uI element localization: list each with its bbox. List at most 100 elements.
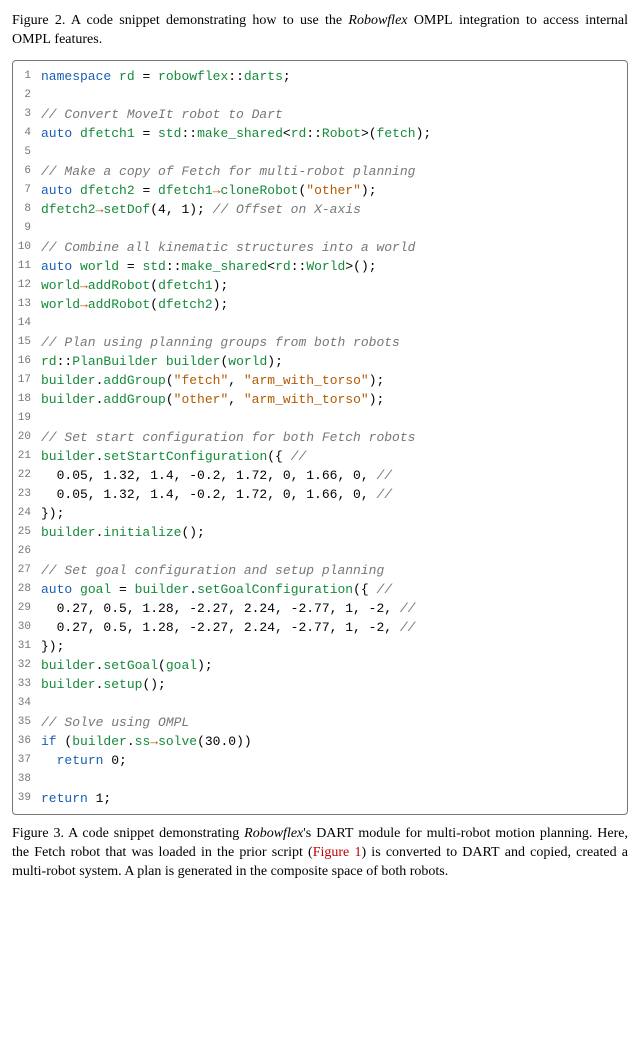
code-line: 7auto dfetch2 = dfetch1→cloneRobot("othe…	[17, 181, 621, 200]
ompl-term: OMPL	[12, 32, 51, 47]
code-content: auto dfetch2 = dfetch1→cloneRobot("other…	[41, 181, 621, 200]
line-number: 30	[17, 618, 41, 637]
code-content: namespace rd = robowflex::darts;	[41, 67, 621, 86]
line-number: 22	[17, 466, 41, 485]
code-content: 0.05, 1.32, 1.4, -0.2, 1.72, 0, 1.66, 0,…	[41, 485, 621, 504]
dart-term: DART	[316, 826, 353, 841]
figure-3-caption: Figure 3. A code snippet demonstrating R…	[12, 825, 628, 882]
code-content	[41, 409, 621, 428]
line-number: 26	[17, 542, 41, 561]
line-number: 9	[17, 219, 41, 238]
code-content	[41, 86, 621, 105]
code-line: 3// Convert MoveIt robot to Dart	[17, 105, 621, 124]
figure-2-caption: Figure 2. A code snippet demonstrating h…	[12, 12, 628, 50]
code-line: 28auto goal = builder.setGoalConfigurati…	[17, 580, 621, 599]
code-content: builder.addGroup("other", "arm_with_tors…	[41, 390, 621, 409]
code-line: 21builder.setStartConfiguration({ //	[17, 447, 621, 466]
code-line: 8dfetch2→setDof(4, 1); // Offset on X-ax…	[17, 200, 621, 219]
code-content: auto world = std::make_shared<rd::World>…	[41, 257, 621, 276]
line-number: 25	[17, 523, 41, 542]
figure-1-link[interactable]: Figure 1	[313, 845, 362, 860]
line-number: 32	[17, 656, 41, 675]
line-number: 28	[17, 580, 41, 599]
code-content: return 0;	[41, 751, 621, 770]
code-line: 18builder.addGroup("other", "arm_with_to…	[17, 390, 621, 409]
line-number: 15	[17, 333, 41, 352]
line-number: 21	[17, 447, 41, 466]
line-number: 12	[17, 276, 41, 295]
code-content	[41, 770, 621, 789]
code-content: 0.05, 1.32, 1.4, -0.2, 1.72, 0, 1.66, 0,…	[41, 466, 621, 485]
line-number: 8	[17, 200, 41, 219]
code-content: builder.setGoal(goal);	[41, 656, 621, 675]
code-line: 9	[17, 219, 621, 238]
code-content: auto dfetch1 = std::make_shared<rd::Robo…	[41, 124, 621, 143]
code-line: 36if (builder.ss→solve(30.0))	[17, 732, 621, 751]
line-number: 20	[17, 428, 41, 447]
code-line: 35// Solve using OMPL	[17, 713, 621, 732]
code-line: 11auto world = std::make_shared<rd::Worl…	[17, 257, 621, 276]
line-number: 37	[17, 751, 41, 770]
code-line: 31});	[17, 637, 621, 656]
code-content: });	[41, 637, 621, 656]
robowflex-term: Robowflex	[244, 826, 303, 841]
code-line: 29 0.27, 0.5, 1.28, -2.27, 2.24, -2.77, …	[17, 599, 621, 618]
code-content	[41, 143, 621, 162]
code-line: 27// Set goal configuration and setup pl…	[17, 561, 621, 580]
line-number: 31	[17, 637, 41, 656]
code-content: 0.27, 0.5, 1.28, -2.27, 2.24, -2.77, 1, …	[41, 618, 621, 637]
line-number: 14	[17, 314, 41, 333]
line-number: 36	[17, 732, 41, 751]
code-line: 30 0.27, 0.5, 1.28, -2.27, 2.24, -2.77, …	[17, 618, 621, 637]
dart-term: DART	[462, 845, 499, 860]
code-content	[41, 314, 621, 333]
code-content: builder.initialize();	[41, 523, 621, 542]
line-number: 3	[17, 105, 41, 124]
line-number: 7	[17, 181, 41, 200]
code-line: 5	[17, 143, 621, 162]
line-number: 18	[17, 390, 41, 409]
code-content: // Plan using planning groups from both …	[41, 333, 621, 352]
caption-text: ) is converted to	[361, 845, 462, 860]
code-line: 20// Set start configuration for both Fe…	[17, 428, 621, 447]
code-content: if (builder.ss→solve(30.0))	[41, 732, 621, 751]
line-number: 39	[17, 789, 41, 808]
code-line: 1namespace rd = robowflex::darts;	[17, 67, 621, 86]
caption-text: integration to access internal	[453, 13, 628, 28]
code-content: world→addRobot(dfetch2);	[41, 295, 621, 314]
code-content: builder.setStartConfiguration({ //	[41, 447, 621, 466]
code-content: // Make a copy of Fetch for multi-robot …	[41, 162, 621, 181]
line-number: 17	[17, 371, 41, 390]
code-line: 19	[17, 409, 621, 428]
code-content: builder.setup();	[41, 675, 621, 694]
caption-text: A code snippet demonstrating	[64, 826, 244, 841]
code-content: // Combine all kinematic structures into…	[41, 238, 621, 257]
caption-text: 's	[303, 826, 316, 841]
code-line: 15// Plan using planning groups from bot…	[17, 333, 621, 352]
code-line: 37 return 0;	[17, 751, 621, 770]
code-line: 16rd::PlanBuilder builder(world);	[17, 352, 621, 371]
code-content: auto goal = builder.setGoalConfiguration…	[41, 580, 621, 599]
line-number: 35	[17, 713, 41, 732]
line-number: 19	[17, 409, 41, 428]
code-line: 10// Combine all kinematic structures in…	[17, 238, 621, 257]
caption-text: features.	[51, 32, 102, 47]
ompl-term: OMPL	[408, 13, 453, 28]
code-content: });	[41, 504, 621, 523]
code-content: // Set goal configuration and setup plan…	[41, 561, 621, 580]
line-number: 2	[17, 86, 41, 105]
code-content: // Set start configuration for both Fetc…	[41, 428, 621, 447]
code-line: 33builder.setup();	[17, 675, 621, 694]
line-number: 16	[17, 352, 41, 371]
code-content	[41, 219, 621, 238]
line-number: 11	[17, 257, 41, 276]
robowflex-term: Robowflex	[348, 13, 407, 28]
figure-3-label: Figure 3.	[12, 826, 64, 841]
code-line: 6// Make a copy of Fetch for multi-robot…	[17, 162, 621, 181]
figure-2-label: Figure 2.	[12, 13, 65, 28]
line-number: 38	[17, 770, 41, 789]
code-snippet: 1namespace rd = robowflex::darts;23// Co…	[12, 60, 628, 815]
code-line: 12world→addRobot(dfetch1);	[17, 276, 621, 295]
code-line: 32builder.setGoal(goal);	[17, 656, 621, 675]
code-line: 26	[17, 542, 621, 561]
